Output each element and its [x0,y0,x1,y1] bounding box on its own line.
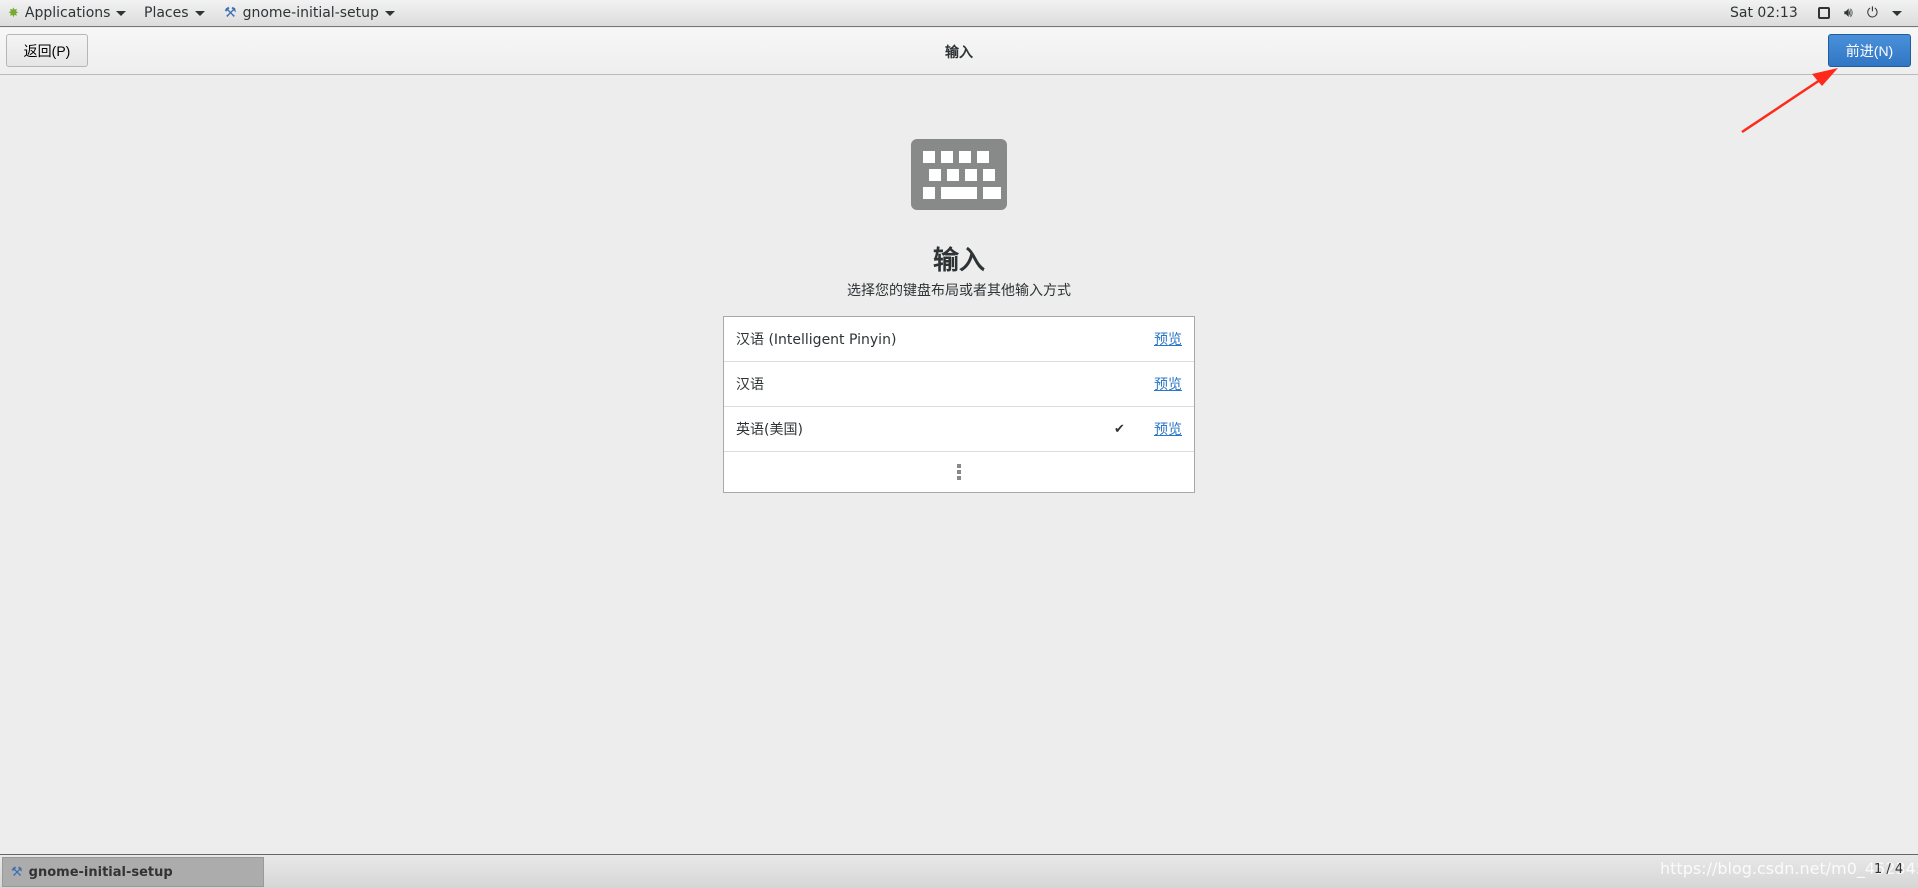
chevron-down-icon[interactable] [1891,10,1902,16]
window-menu[interactable]: ⚒ gnome-initial-setup [224,5,395,21]
places-menu[interactable]: Places [144,5,205,21]
checkmark-icon: ✔ [1114,421,1125,437]
workspace-pager[interactable]: 1 / 4 [1874,862,1903,877]
header-title: 输入 [945,45,973,61]
taskbar-window-button[interactable]: ⚒ gnome-initial-setup [2,857,264,887]
display-icon[interactable] [1818,7,1830,19]
taskbar: ⚒ gnome-initial-setup [0,854,1918,888]
page-title: 输入 [932,246,985,276]
top-bar: ✸ Applications Places ⚒ gnome-initial-se… [0,0,1918,27]
input-source-row[interactable]: 英语(美国) ✔ 预览 [724,407,1194,452]
input-source-row[interactable]: 汉语 预览 [724,362,1194,407]
input-source-list: 汉语 (Intelligent Pinyin) 预览 汉语 预览 英语(美国) ✔… [723,316,1195,493]
power-icon[interactable]: ⏻ [1867,5,1878,21]
applications-menu[interactable]: ✸ Applications [8,5,127,21]
next-button[interactable]: 前进(N) [1828,34,1911,67]
preview-link[interactable]: 预览 [1154,329,1182,349]
volume-icon[interactable]: 🔊︎ [1844,5,1853,21]
chevron-down-icon [194,10,205,16]
header-bar: 返回(P) 输入 前进(N) [0,28,1918,75]
page-subtitle: 选择您的键盘布局或者其他输入方式 [847,283,1071,299]
chevron-down-icon [116,10,127,16]
gnome-foot-icon: ✸ [8,5,19,21]
tools-icon: ⚒ [224,5,237,21]
tools-icon: ⚒ [11,864,23,880]
preview-link[interactable]: 预览 [1154,419,1182,439]
preview-link[interactable]: 预览 [1154,374,1182,394]
keyboard-icon [911,139,1007,210]
chevron-down-icon [384,10,395,16]
input-source-row[interactable]: 汉语 (Intelligent Pinyin) 预览 [724,317,1194,362]
clock[interactable]: Sat 02:13 [1730,5,1798,21]
more-button[interactable] [724,452,1194,492]
